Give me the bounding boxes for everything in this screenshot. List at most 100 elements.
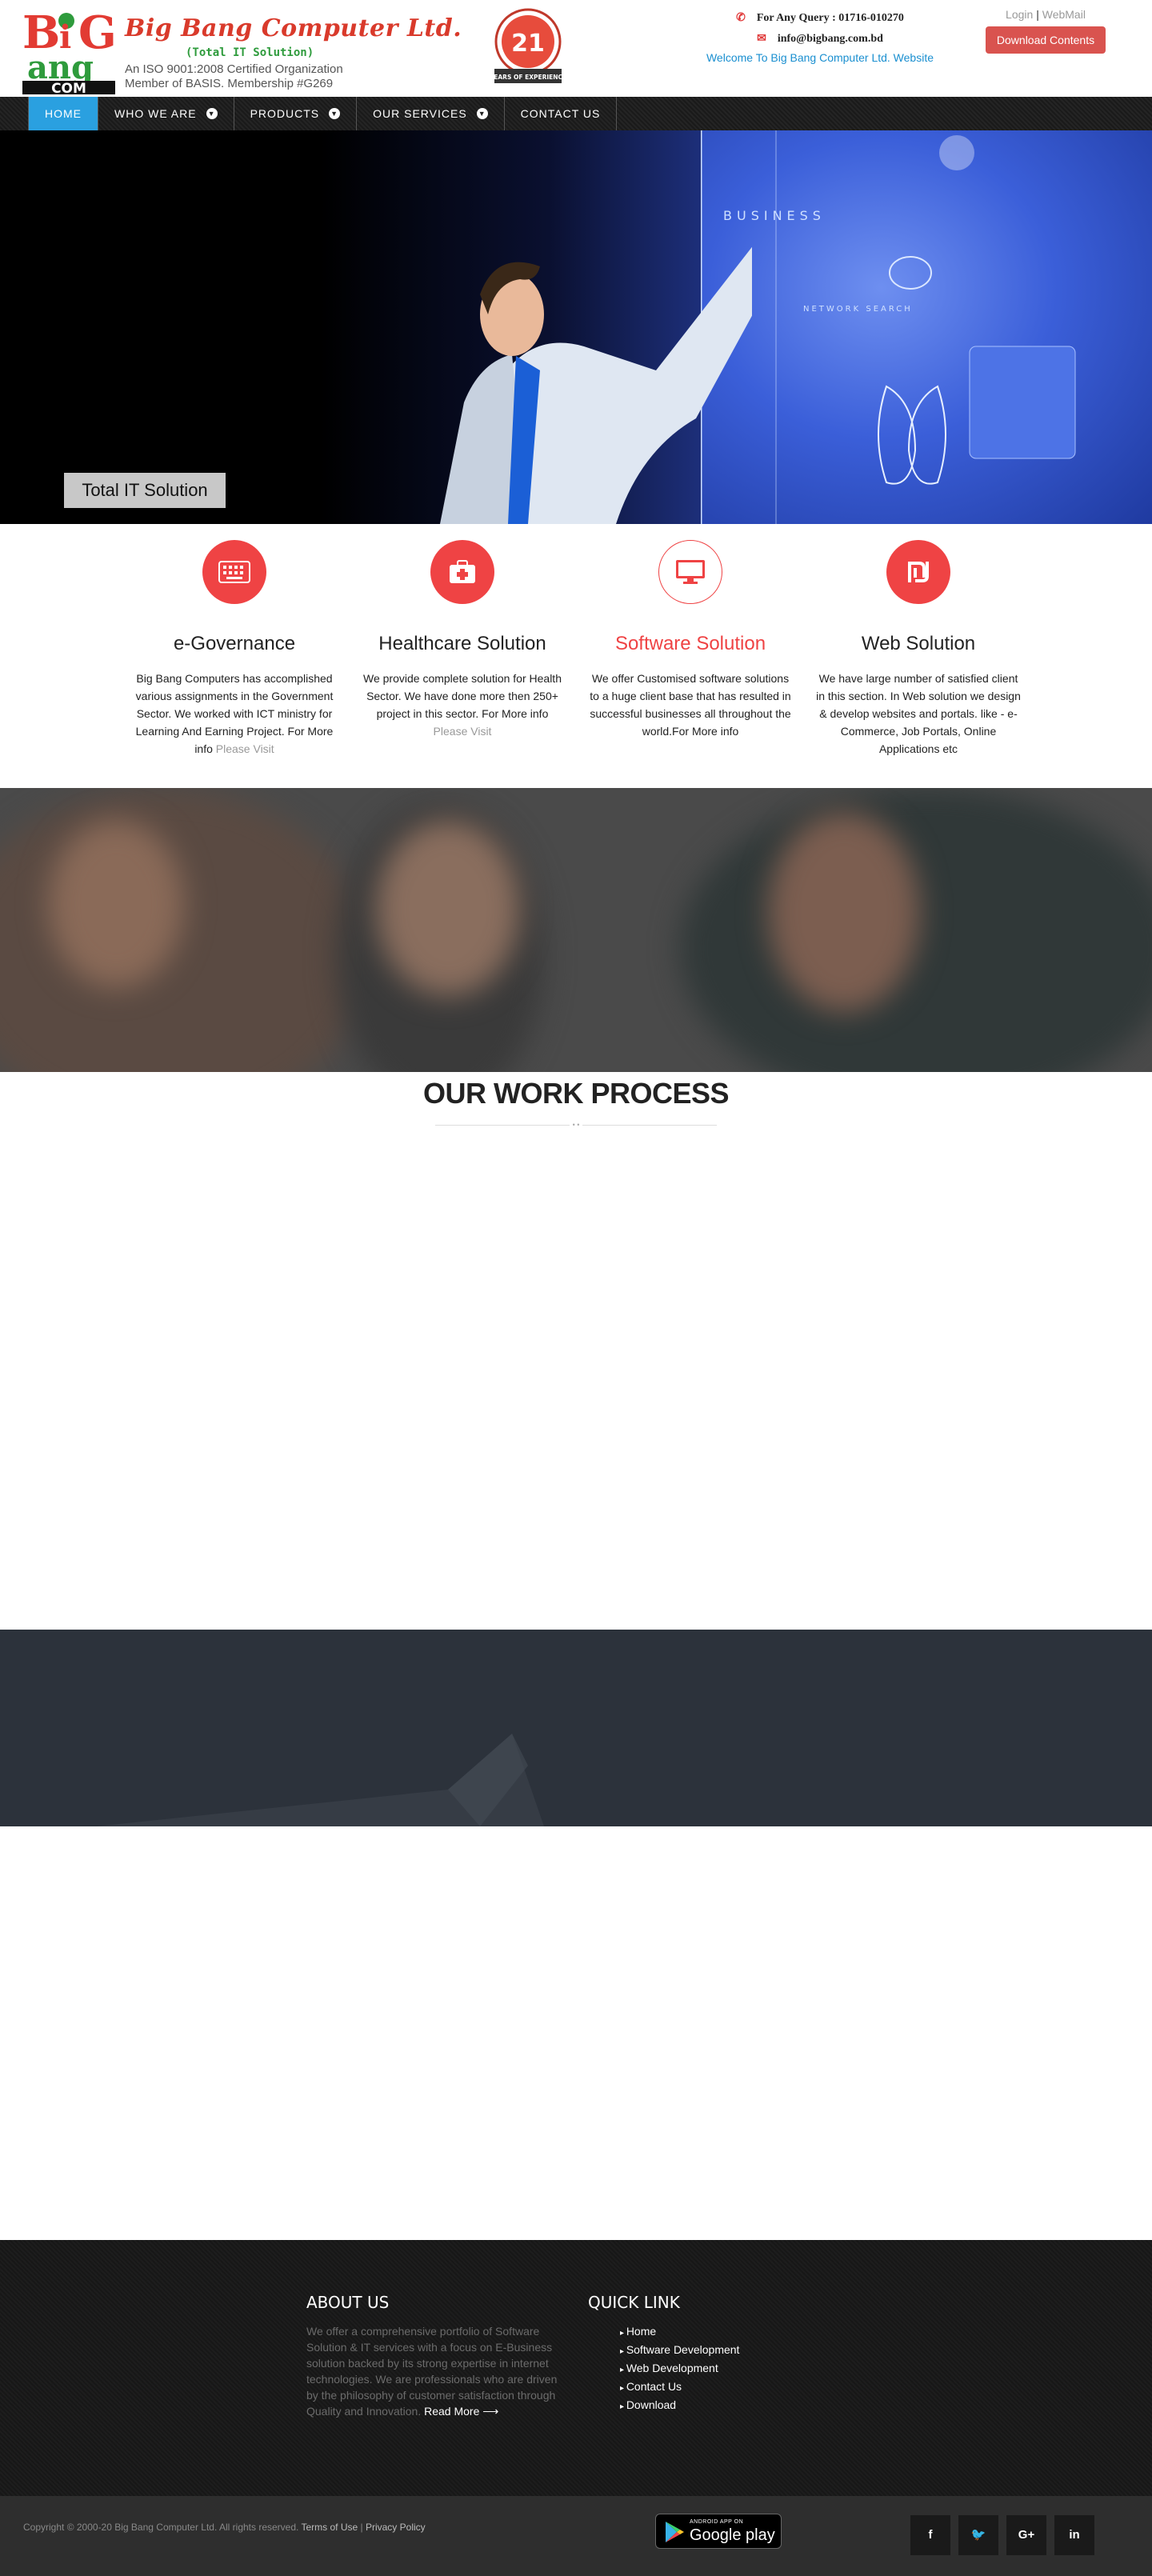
auth-area: Login | WebMail Download Contents	[986, 8, 1106, 54]
service-title: Healthcare Solution	[378, 633, 546, 654]
company-logo[interactable]: B i G ang COM	[22, 6, 117, 97]
logo-graphic: B i G ang COM	[22, 6, 117, 97]
divider-ornament: • •	[570, 1121, 582, 1129]
page: B i G ang COM Big Bang Computer Ltd. (To…	[0, 0, 1152, 2576]
chevron-down-icon: ▼	[476, 108, 488, 119]
nav-item-contact-us[interactable]: CONTACT US	[505, 97, 618, 130]
welcome-text: Welcome To Big Bang Computer Ltd. Websit…	[706, 51, 934, 64]
service-icon-circle[interactable]	[202, 540, 266, 604]
envelope-icon: ✉	[757, 33, 766, 45]
query-line: ✆ For Any Query : 01716-010270	[696, 8, 944, 29]
hero-caption: Total IT Solution	[64, 473, 226, 508]
service-icon-circle[interactable]	[886, 540, 950, 604]
nav-item-home[interactable]: HOME	[28, 97, 98, 130]
keyboard-icon	[218, 561, 250, 583]
face-blur-1	[48, 820, 184, 988]
brand-certification: An ISO 9001:2008 Certified Organization …	[125, 62, 343, 91]
work-process-title: OUR WORK PROCESS	[0, 1077, 1152, 1110]
services-section: e-Governance Big Bang Computers has acco…	[0, 524, 1152, 788]
service-description: We provide complete solution for Health …	[358, 670, 566, 740]
service-description: Big Bang Computers has accomplished vari…	[130, 670, 338, 758]
auth-links: Login | WebMail	[986, 8, 1106, 21]
nav-list: HOME WHO WE ARE ▼ PRODUCTS ▼ OUR SERVICES ▼…	[28, 97, 618, 130]
twitter-icon[interactable]: 🐦	[958, 2515, 998, 2555]
first-aid-kit-icon	[450, 560, 475, 583]
about-title: ABOUT US	[306, 2293, 390, 2312]
privacy-link[interactable]: Privacy Policy	[366, 2522, 426, 2533]
linkedin-icon[interactable]: in	[1054, 2515, 1094, 2555]
google-play-icon	[666, 2522, 684, 2542]
read-more-link[interactable]: Read More ⟶	[424, 2405, 498, 2418]
chevron-down-icon: ▼	[329, 108, 341, 119]
gplay-big-text: Google play	[690, 2526, 775, 2544]
svg-text:21: 21	[511, 30, 545, 58]
quick-link-contact-us[interactable]: Contact Us	[620, 2378, 796, 2397]
hero-person-graphic	[440, 246, 752, 524]
face-blur-3	[768, 812, 920, 1012]
service-text: We have large number of satisfied client…	[816, 672, 1021, 755]
nav-label-our-services: OUR SERVICES	[373, 107, 467, 120]
quick-link-download[interactable]: Download	[620, 2397, 796, 2415]
quick-link-software-development[interactable]: Software Development	[620, 2342, 796, 2360]
face-blur-2	[376, 820, 520, 996]
service-title: e-Governance	[173, 633, 296, 654]
phone-icon: ✆	[736, 12, 746, 24]
service-icon-circle[interactable]	[658, 540, 722, 604]
hero-digital-screen: BUSINESS NETWORK SEARCH	[699, 130, 1152, 524]
cert-line-2: Member of BASIS. Membership #G269	[125, 77, 334, 90]
quick-link-title: QUICK LINK	[588, 2293, 680, 2312]
download-contents-button[interactable]: Download Contents	[986, 26, 1106, 54]
experience-badge: 21 YEARS OF EXPERIENCE	[489, 8, 566, 88]
please-visit-link[interactable]: Please Visit	[434, 725, 492, 738]
work-title-bold: OUR WORK	[422, 1077, 583, 1110]
brand-tagline: (Total IT Solution)	[186, 46, 314, 59]
monitor-icon	[676, 560, 705, 584]
svg-text:NETWORK SEARCH: NETWORK SEARCH	[803, 305, 913, 314]
service-description: We have large number of satisfied client…	[814, 670, 1022, 758]
gplay-small-text: ANDROID APP ON	[690, 2519, 744, 2525]
shekel-sign-icon	[908, 562, 929, 582]
please-visit-link[interactable]: Please Visit	[216, 742, 274, 755]
login-link[interactable]: Login	[1006, 8, 1033, 21]
google-plus-icon[interactable]: G+	[1006, 2515, 1046, 2555]
terms-link[interactable]: Terms of Use	[301, 2522, 358, 2533]
team-photo-band	[0, 788, 1152, 1072]
query-phone[interactable]: For Any Query : 01716-010270	[757, 12, 904, 24]
nav-label-contact-us: CONTACT US	[520, 107, 601, 120]
brand-name: Big Bang Computer Ltd.	[125, 14, 462, 42]
contact-email[interactable]: info@bigbang.com.bd	[778, 33, 883, 45]
auth-separator: |	[1036, 8, 1039, 21]
nav-item-our-services[interactable]: OUR SERVICES ▼	[357, 97, 505, 130]
nav-label-home: HOME	[45, 107, 82, 120]
about-text-block: We offer a comprehensive portfolio of So…	[306, 2323, 562, 2419]
nav-label-products: PRODUCTS	[250, 107, 320, 120]
footer-about: ABOUT US We offer a comprehensive portfo…	[306, 2293, 562, 2419]
contact-info: ✆ For Any Query : 01716-010270 ✉ info@bigb…	[696, 8, 944, 66]
service-description: We offer Customised software solutions t…	[586, 670, 794, 740]
service-title: Web Solution	[861, 633, 976, 654]
dark-parallax-band	[0, 1630, 1152, 1826]
nav-label-who-we-are: WHO WE ARE	[114, 107, 197, 120]
nav-item-who-we-are[interactable]: WHO WE ARE ▼	[98, 97, 234, 130]
site-header: B i G ang COM Big Bang Computer Ltd. (To…	[0, 0, 1152, 97]
quick-link-list: Home Software Development Web Developmen…	[588, 2323, 796, 2415]
main-nav: HOME WHO WE ARE ▼ PRODUCTS ▼ OUR SERVICES ▼…	[0, 97, 1152, 130]
service-icon-circle[interactable]	[430, 540, 494, 604]
building-graphic	[96, 1734, 544, 1826]
experience-badge-graphic: 21 YEARS OF EXPERIENCE	[489, 8, 566, 83]
bottom-bar: Copyright © 2000-20 Big Bang Computer Lt…	[0, 2496, 1152, 2576]
footer-quick-links: QUICK LINK Home Software Development Web…	[588, 2293, 796, 2415]
quick-link-web-development[interactable]: Web Development	[620, 2360, 796, 2378]
hero-slider[interactable]: BUSINESS NETWORK SEARCH Total IT Solutio…	[0, 130, 1152, 524]
legal-separator: |	[358, 2522, 366, 2533]
cert-line-1: An ISO 9001:2008 Certified Organization	[125, 62, 343, 76]
quick-link-home[interactable]: Home	[620, 2323, 796, 2342]
nav-item-products[interactable]: PRODUCTS ▼	[234, 97, 358, 130]
webmail-link[interactable]: WebMail	[1042, 8, 1086, 21]
svg-text:COM: COM	[51, 81, 86, 94]
work-title-light: PROCESS	[590, 1077, 730, 1110]
facebook-icon[interactable]: f	[910, 2515, 950, 2555]
google-play-badge[interactable]: ANDROID APP ON Google play	[655, 2514, 782, 2549]
service-text: We provide complete solution for Health …	[363, 672, 562, 720]
service-text: We offer Customised software solutions t…	[590, 672, 791, 738]
